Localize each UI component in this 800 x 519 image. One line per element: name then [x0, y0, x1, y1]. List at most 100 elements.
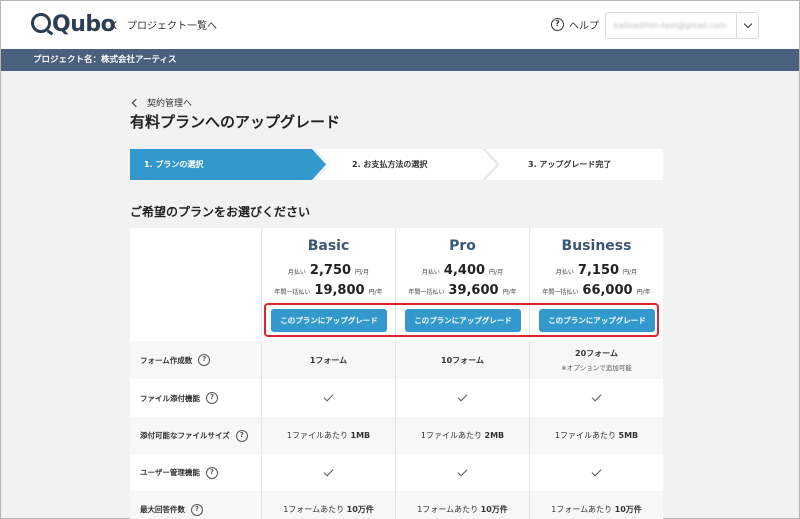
feature-cell: 20フォーム ※オプションで追加可能 — [529, 341, 663, 379]
price-unit: 円/年 — [636, 289, 651, 296]
price-unit: 円/月 — [623, 269, 638, 276]
question-icon[interactable]: ? — [205, 466, 218, 479]
price-label: 月払い — [555, 269, 574, 276]
back-to-contract-label: 契約管理へ — [147, 99, 193, 109]
feature-label: 添付可能なファイルサイズ ? — [130, 417, 261, 454]
feature-cell — [529, 454, 663, 491]
feature-cell: 1ファイルあたり 2MB — [395, 417, 529, 454]
qubo-logo[interactable]: Qubo — [31, 12, 116, 37]
check-icon — [457, 391, 468, 402]
feature-prefix: 1フォームあたり — [417, 505, 479, 514]
feature-cell: 1フォーム — [261, 341, 395, 379]
step-upgrade-complete: 3. アップグレード完了 — [486, 149, 663, 180]
feature-prefix: 1ファイルあたり — [420, 431, 482, 440]
feature-amount: 5MB — [618, 431, 639, 440]
logo-q-mark — [31, 13, 51, 33]
check-icon — [591, 466, 602, 476]
chevron-left-icon — [111, 20, 121, 29]
page-title: 有料プランへのアップグレード — [130, 113, 341, 131]
feature-label: ファイル添付機能 ? — [130, 379, 261, 417]
question-icon[interactable]: ? — [206, 392, 218, 404]
feature-prefix: 1ファイルあたり — [286, 431, 348, 440]
price-amount: 19,800 — [314, 283, 365, 298]
feature-amount: 10万件 — [614, 505, 642, 514]
account-email: kaitoadmin-test@gmail.com — [614, 21, 727, 30]
help-label: ヘルプ — [569, 21, 599, 32]
feature-cell: 1ファイルあたり 1MB — [261, 417, 395, 454]
price-unit: 円/月 — [355, 269, 370, 276]
feature-amount: 1MB — [350, 431, 371, 440]
plan-comparison-table: Basic 月払い 2,750 円/月 年間一括払い 19,800 円/年 この… — [130, 228, 663, 519]
price-amount: 7,150 — [577, 263, 620, 278]
feature-cell — [395, 454, 529, 491]
feature-value: 1フォームあたり 10万件 — [417, 504, 508, 515]
feature-value: 1ファイルあたり 5MB — [555, 430, 638, 441]
feature-value: 1フォーム — [309, 355, 348, 365]
monthly-price: 月払い 4,400 円/月 — [396, 263, 529, 278]
feature-amount: 10万件 — [346, 505, 374, 514]
price-label: 月払い — [287, 269, 306, 276]
feature-prefix: 1ファイルあたり — [554, 431, 616, 440]
feature-label-text: ファイル添付機能 — [140, 393, 200, 403]
price-label: 年間一括払い — [542, 289, 579, 296]
question-icon[interactable]: ? — [198, 354, 211, 366]
yearly-price: 年間一括払い 19,800 円/年 — [262, 283, 395, 298]
feature-row-user-management: ユーザー管理機能 ? — [130, 454, 663, 491]
feature-cell — [529, 379, 663, 417]
feature-cell: 1フォームあたり 10万件 — [261, 491, 395, 519]
feature-prefix: 1フォームあたり — [551, 505, 613, 514]
feature-label: 最大回答件数 ? — [130, 491, 261, 519]
upgrade-pro-button[interactable]: このプランにアップグレード — [405, 309, 521, 332]
feature-cell — [261, 454, 395, 491]
feature-value: 1フォームあたり 10万件 — [283, 504, 374, 515]
feature-row-file-attach: ファイル添付機能 ? — [130, 379, 663, 417]
feature-value: 1ファイルあたり 1MB — [287, 430, 370, 441]
price-label: 年間一括払い — [274, 289, 311, 296]
question-icon[interactable]: ? — [191, 503, 203, 516]
plan-column-basic: Basic 月払い 2,750 円/月 年間一括払い 19,800 円/年 この… — [261, 228, 395, 338]
upgrade-basic-button[interactable]: このプランにアップグレード — [271, 309, 387, 332]
check-icon — [591, 391, 602, 402]
back-to-contract-link[interactable]: 契約管理へ — [131, 96, 193, 109]
monthly-price: 月払い 7,150 円/月 — [530, 263, 663, 278]
back-to-projects-link[interactable]: プロジェクト一覧へ — [111, 17, 217, 32]
project-name-bar: プロジェクト名：株式会社アーティス — [1, 49, 799, 71]
price-label: 月払い — [421, 269, 440, 276]
question-icon: ? — [551, 18, 564, 31]
price-unit: 円/年 — [502, 289, 517, 296]
feature-note: ※オプションで追加可能 — [561, 364, 632, 372]
monthly-price: 月払い 2,750 円/月 — [262, 263, 395, 278]
feature-label-text: 添付可能なファイルサイズ — [140, 431, 230, 440]
feature-value: 1ファイルあたり 2MB — [421, 430, 504, 441]
account-menu-toggle[interactable] — [736, 13, 758, 38]
feature-row-form-count: フォーム作成数 ? 1フォーム 10フォーム 20フォーム ※オプションで追加可… — [130, 341, 663, 379]
chevron-left-icon — [131, 98, 141, 107]
plan-column-pro: Pro 月払い 4,400 円/月 年間一括払い 39,600 円/年 このプラ… — [395, 228, 529, 338]
chevron-down-icon — [743, 19, 752, 29]
help-link[interactable]: ? ヘルプ — [551, 17, 599, 32]
progress-steps: 3. アップグレード完了 2. お支払方法の選択 1. プランの選択 — [130, 149, 663, 180]
step-plan-selection: 1. プランの選択 — [130, 149, 326, 180]
feature-cell: 1フォームあたり 10万件 — [395, 491, 529, 519]
feature-label-text: ユーザー管理機能 — [140, 468, 200, 477]
logo-text: Qubo — [52, 12, 116, 37]
price-unit: 円/年 — [368, 289, 383, 296]
check-icon — [323, 466, 334, 476]
back-to-projects-label: プロジェクト一覧へ — [127, 21, 217, 32]
step-payment-method: 2. お支払方法の選択 — [316, 149, 496, 180]
upgrade-business-button[interactable]: このプランにアップグレード — [539, 309, 655, 332]
feature-amount: 10万件 — [480, 505, 508, 514]
account-menu[interactable]: kaitoadmin-test@gmail.com — [605, 12, 759, 39]
feature-prefix: 1フォームあたり — [283, 505, 345, 514]
feature-cell: 1フォームあたり 10万件 — [529, 491, 663, 519]
yearly-price: 年間一括払い 39,600 円/年 — [396, 283, 529, 298]
price-amount: 66,000 — [582, 283, 633, 298]
yearly-price: 年間一括払い 66,000 円/年 — [530, 283, 663, 298]
price-amount: 2,750 — [309, 263, 352, 278]
price-amount: 39,600 — [448, 283, 499, 298]
section-title: ご希望のプランをお選びください — [130, 205, 311, 219]
question-icon[interactable]: ? — [235, 429, 248, 442]
price-label: 年間一括払い — [408, 289, 445, 296]
price-amount: 4,400 — [443, 263, 486, 278]
feature-cell — [261, 379, 395, 417]
